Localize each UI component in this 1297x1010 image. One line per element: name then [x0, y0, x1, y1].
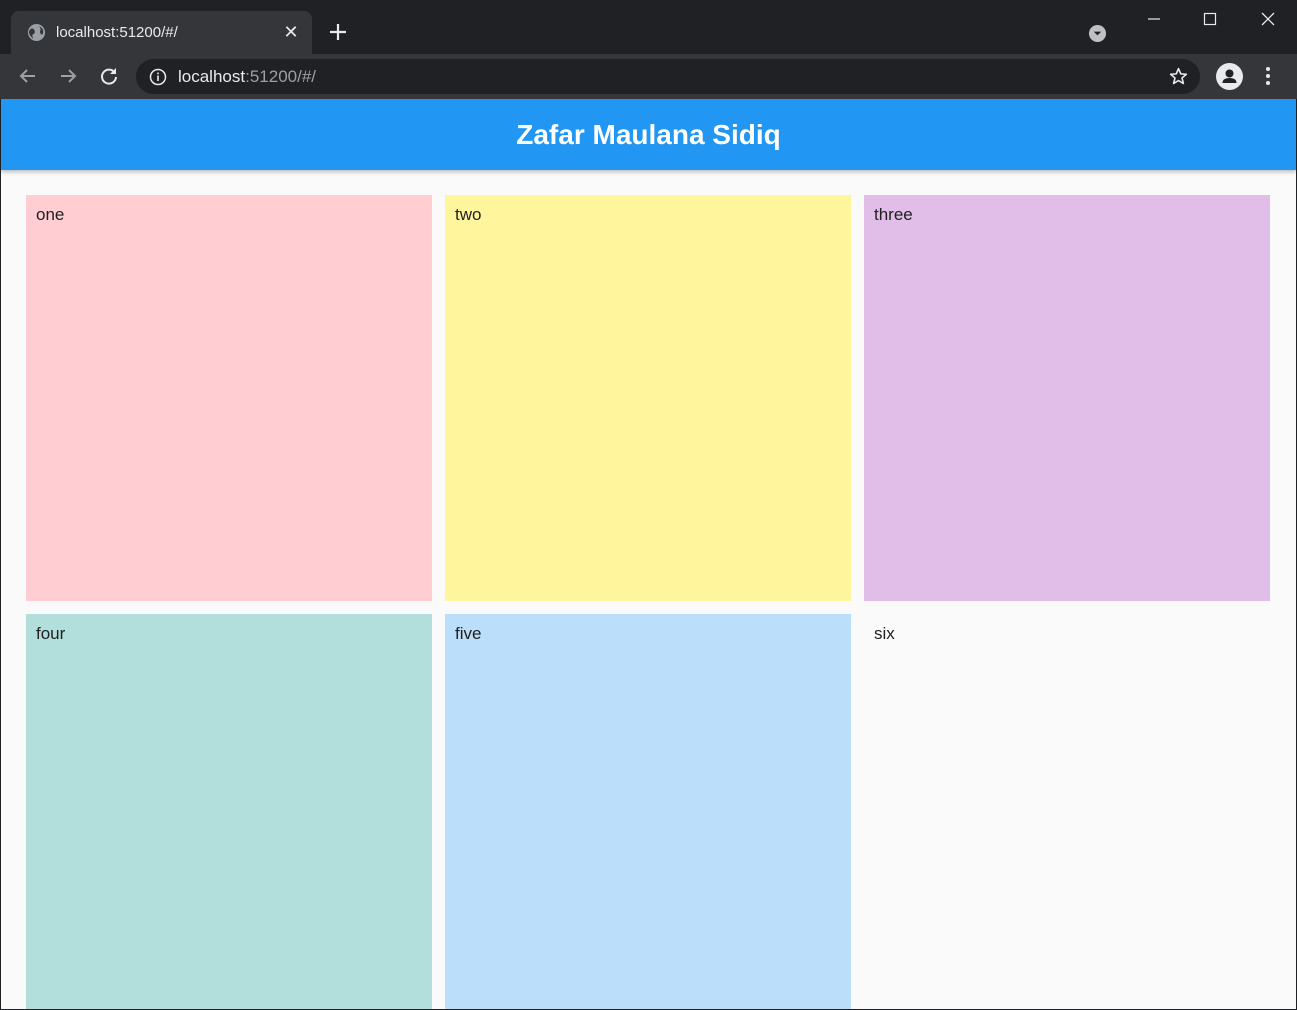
- more-vert-icon[interactable]: [1260, 64, 1276, 88]
- grid-cell-one: one: [26, 195, 432, 601]
- person-icon: [1222, 69, 1237, 83]
- grid-cell-label: two: [455, 205, 482, 224]
- grid-cell-five: five: [445, 614, 851, 1009]
- address-bar[interactable]: localhost:51200/#/: [136, 59, 1200, 94]
- grid-cell-four: four: [26, 614, 432, 1009]
- app-bar: Zafar Maulana Sidiq: [1, 99, 1296, 170]
- minimize-icon[interactable]: [1140, 8, 1168, 30]
- maximize-icon[interactable]: [1196, 8, 1224, 30]
- tab-strip: localhost:51200/#/ ✕: [0, 0, 1297, 54]
- url-path: :51200/#/: [245, 67, 317, 86]
- grid-cell-two: two: [445, 195, 851, 601]
- browser-tab[interactable]: localhost:51200/#/ ✕: [11, 11, 312, 54]
- url-host: localhost: [178, 67, 246, 86]
- globe-icon: [27, 23, 46, 42]
- new-tab-plus-icon[interactable]: [327, 21, 349, 43]
- tab-title: localhost:51200/#/: [56, 24, 178, 41]
- window-close-icon[interactable]: [1254, 8, 1282, 30]
- grid-cell-label: six: [874, 624, 895, 643]
- reload-icon[interactable]: [97, 64, 121, 88]
- tab-search-icon[interactable]: [1088, 24, 1107, 43]
- forward-arrow-icon[interactable]: [56, 64, 80, 88]
- grid-cell-label: three: [874, 205, 913, 224]
- grid-cell-label: five: [455, 624, 482, 643]
- browser-toolbar: localhost:51200/#/: [0, 54, 1297, 99]
- url-text: localhost:51200/#/: [178, 67, 316, 87]
- bookmark-star-icon[interactable]: [1168, 66, 1189, 87]
- grid-cell-label: four: [36, 624, 66, 643]
- grid-cell-label: one: [36, 205, 65, 224]
- info-icon[interactable]: [149, 68, 167, 86]
- grid-cell-three: three: [864, 195, 1270, 601]
- back-arrow-icon[interactable]: [16, 64, 40, 88]
- profile-avatar[interactable]: [1216, 63, 1243, 90]
- grid-cell-six: six: [864, 614, 1270, 1009]
- page-title: Zafar Maulana Sidiq: [516, 119, 781, 150]
- page-viewport: Zafar Maulana Sidiq one two three four f…: [1, 99, 1296, 1009]
- close-icon[interactable]: ✕: [282, 23, 300, 41]
